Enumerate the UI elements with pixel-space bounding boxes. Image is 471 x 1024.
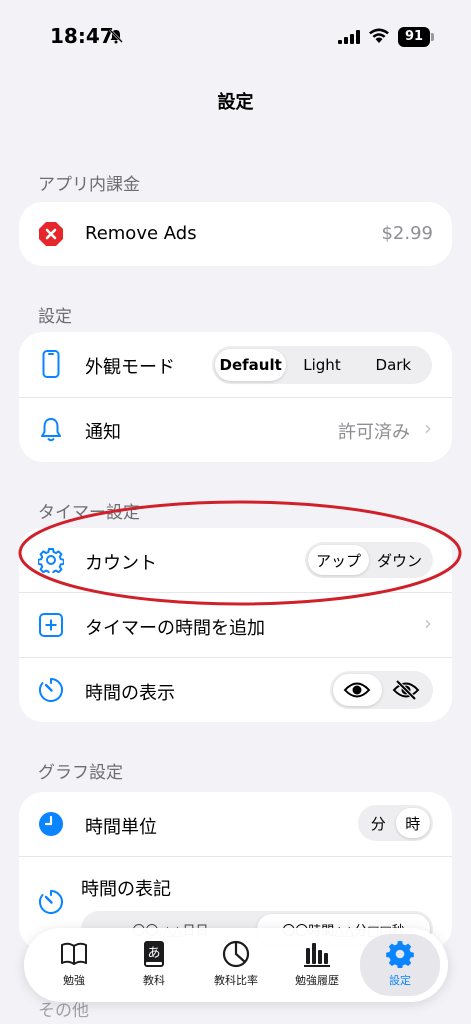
timer-icon — [38, 677, 64, 703]
appearance-segmented-control: Default Light Dark — [212, 346, 432, 384]
tab-study[interactable]: 勉強 — [34, 928, 114, 1002]
wifi-icon — [368, 28, 390, 48]
plus-square-icon — [38, 612, 64, 638]
status-time: 18:47 — [50, 24, 114, 48]
count-label: カウント — [85, 553, 157, 574]
clock-fill-icon — [38, 811, 64, 837]
appearance-option-light[interactable]: Light — [286, 349, 357, 381]
status-bar: 18:47 91 — [0, 0, 471, 60]
tab-subject-ratio[interactable]: 教科比率 — [196, 928, 276, 1002]
gear-icon — [38, 547, 64, 573]
tab-subjects-label: 教科 — [143, 974, 165, 987]
row-remove-ads[interactable]: Remove Ads $2.99 — [19, 202, 452, 266]
page-title: 設定 — [217, 92, 254, 113]
timer-icon — [38, 889, 64, 915]
card-iap: Remove Ads $2.99 — [19, 202, 452, 266]
tab-study-label: 勉強 — [63, 974, 85, 987]
tab-settings[interactable]: 設定 — [360, 934, 440, 996]
count-option-down[interactable]: ダウン — [369, 545, 430, 575]
tab-study-history[interactable]: 勉強履歴 — [277, 928, 357, 1002]
section-header-iap: アプリ内課金 — [38, 175, 140, 195]
dictionary-icon: あ — [140, 940, 168, 968]
remove-ads-label: Remove Ads — [85, 223, 197, 244]
time-display-label: 時間の表示 — [85, 683, 175, 704]
tab-bar: 勉強 あ 教科 教科比率 勉強履歴 設定 — [24, 928, 448, 1002]
bell-slash-icon — [108, 28, 124, 48]
card-timer: カウント アップ ダウン タイマーの時間を追加 › 時間の表示 — [19, 528, 452, 722]
time-unit-option-hour[interactable]: 時 — [395, 808, 430, 838]
count-segmented-control: アップ ダウン — [305, 542, 433, 578]
eye-slash-icon[interactable] — [382, 674, 431, 706]
row-appearance: 外観モード Default Light Dark — [19, 332, 452, 397]
row-add-timer[interactable]: タイマーの時間を追加 › — [19, 593, 452, 657]
battery-indicator: 91 — [398, 27, 430, 47]
appearance-option-default[interactable]: Default — [215, 349, 287, 381]
count-option-up[interactable]: アップ — [308, 545, 369, 575]
time-unit-option-minute[interactable]: 分 — [361, 808, 396, 838]
stop-sign-x-icon — [38, 221, 64, 247]
time-unit-segmented-control: 分 時 — [358, 805, 433, 841]
card-graph: 時間単位 分 時 時間の表記 〇〇.△△日日 〇〇時間△△分□□秒 — [19, 792, 452, 950]
appearance-option-dark[interactable]: Dark — [358, 349, 429, 381]
eye-icon[interactable] — [333, 674, 382, 706]
tab-subjects[interactable]: あ 教科 — [114, 928, 194, 1002]
card-settings: 外観モード Default Light Dark 通知 許可済み › — [19, 332, 452, 462]
pie-chart-icon — [222, 940, 250, 968]
notifications-label: 通知 — [85, 422, 121, 443]
battery-tip — [431, 33, 434, 41]
chevron-right-icon: › — [424, 416, 432, 440]
tab-settings-label: 設定 — [389, 974, 411, 987]
time-notation-label: 時間の表記 — [81, 879, 171, 900]
appearance-label: 外観モード — [85, 357, 175, 378]
time-unit-label: 時間単位 — [85, 817, 157, 838]
row-count: カウント アップ ダウン — [19, 528, 452, 592]
remove-ads-price: $2.99 — [381, 223, 433, 244]
cellular-signal-icon — [338, 29, 360, 48]
row-time-display: 時間の表示 — [19, 658, 452, 722]
book-icon — [60, 940, 88, 968]
add-timer-label: タイマーの時間を追加 — [85, 618, 265, 639]
section-header-timer: タイマー設定 — [38, 503, 140, 523]
section-header-settings: 設定 — [38, 307, 72, 327]
chevron-right-icon: › — [424, 611, 432, 635]
bell-icon — [38, 417, 64, 443]
iphone-icon — [38, 350, 64, 378]
gear-icon — [386, 940, 414, 969]
time-display-toggle — [330, 671, 433, 709]
tab-study-history-label: 勉強履歴 — [295, 974, 339, 987]
svg-text:あ: あ — [147, 946, 160, 961]
bar-chart-icon — [303, 940, 331, 968]
row-time-unit: 時間単位 分 時 — [19, 792, 452, 856]
notifications-status: 許可済み — [338, 422, 410, 443]
section-header-graph: グラフ設定 — [38, 763, 123, 783]
row-notifications[interactable]: 通知 許可済み › — [19, 398, 452, 462]
tab-subject-ratio-label: 教科比率 — [214, 974, 258, 987]
